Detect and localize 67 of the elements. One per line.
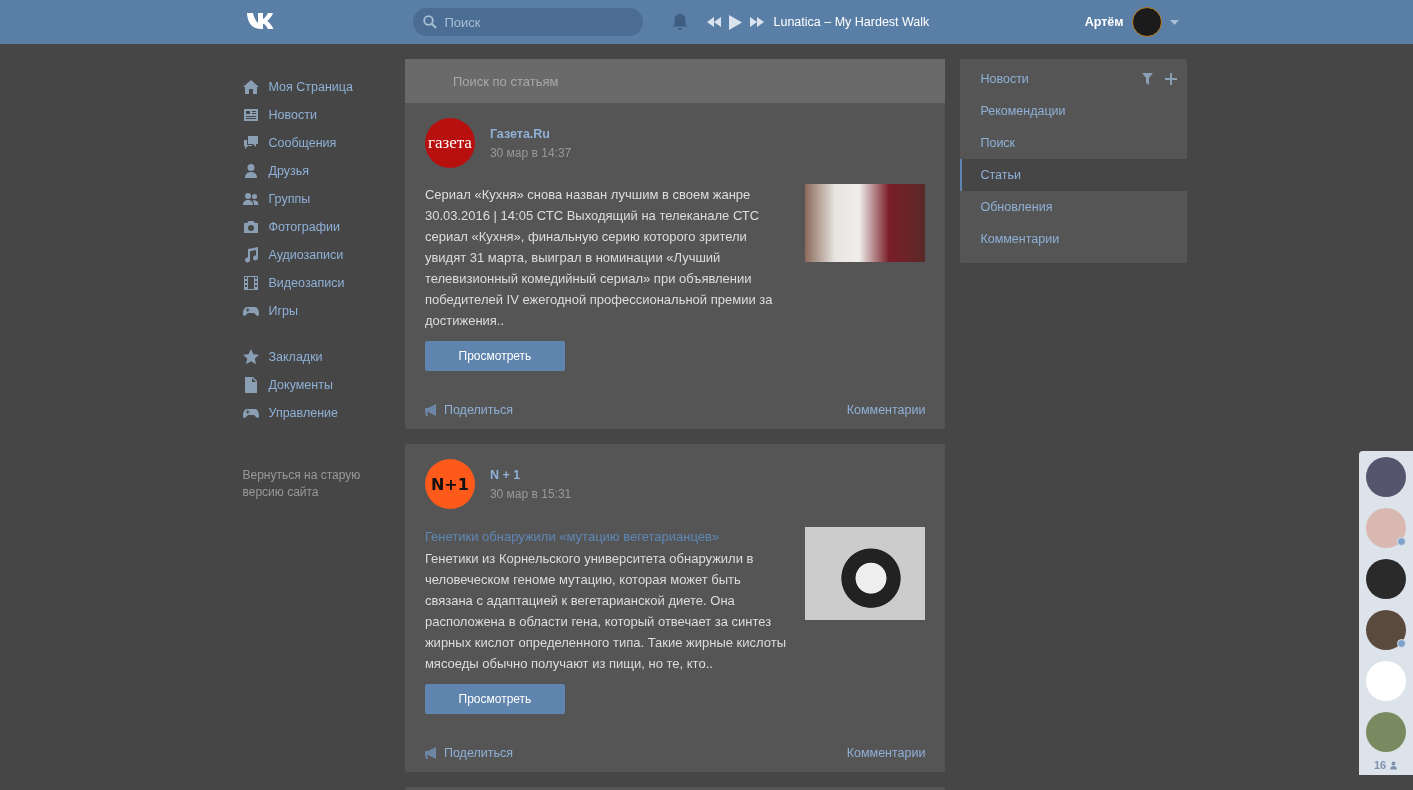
megaphone-icon <box>424 403 439 417</box>
sidebar-item[interactable]: Игры <box>242 297 390 325</box>
camera-icon <box>242 219 259 235</box>
bell-icon[interactable] <box>670 13 689 31</box>
view-button[interactable]: Просмотреть <box>424 684 565 714</box>
document-icon <box>242 377 259 393</box>
newspaper-icon <box>242 107 259 123</box>
user-name[interactable]: Артём <box>1084 15 1124 29</box>
article-title[interactable]: Генетики обнаружили «мутацию вегетарианцев» <box>424 529 792 544</box>
post-text: Генетики из Корнельского университета обнаружили в человеческом геноме мутацию, которая может быть связана с адаптацией к вегетарианской диете. Она расположена в области гена, который отвечает за синтез жирных кислот определенного типа. Такие жирные кислоты мясоеды обычно получают из пищи, но те, кто.. <box>424 550 788 673</box>
sidebar-item[interactable]: Документы <box>242 371 390 399</box>
menu-tab[interactable]: Статьи <box>960 159 1187 191</box>
people-icon <box>242 191 259 207</box>
sidebar-item[interactable]: Группы <box>242 185 390 213</box>
online-indicator <box>1397 537 1406 546</box>
sidebar-item[interactable]: Аудиозаписи <box>242 241 390 269</box>
publisher-logo[interactable]: газета <box>424 118 475 168</box>
sidebar-item[interactable]: Моя Страница <box>242 73 390 101</box>
play-icon[interactable] <box>728 14 742 30</box>
sidebar-item[interactable]: Друзья <box>242 157 390 185</box>
online-indicator <box>1397 639 1406 648</box>
menu-tab[interactable]: Новости <box>960 63 1187 95</box>
publisher-logo[interactable]: N+1 <box>424 459 475 509</box>
person-icon <box>1389 760 1399 770</box>
person-icon <box>242 163 259 179</box>
star-icon <box>242 349 259 365</box>
friends-online-count[interactable]: 16 <box>1373 759 1399 771</box>
article-search-field[interactable]: Поиск по статьям <box>404 59 946 103</box>
sidebar-item[interactable]: Управление <box>242 399 390 427</box>
menu-tab[interactable]: Рекомендации <box>960 95 1187 127</box>
menu-tab[interactable]: Обновления <box>960 191 1187 223</box>
author-name[interactable]: Газета.Ru <box>489 126 572 141</box>
previous-icon[interactable] <box>706 17 721 27</box>
next-icon[interactable] <box>749 17 764 27</box>
view-button[interactable]: Просмотреть <box>424 341 565 371</box>
friend-avatar[interactable] <box>1366 457 1406 497</box>
sidebar-item[interactable]: Фотографии <box>242 213 390 241</box>
now-playing-track[interactable]: Lunatica – My Hardest Walk <box>773 15 930 29</box>
megaphone-icon <box>424 746 439 760</box>
speech-bubbles-icon <box>242 135 259 151</box>
music-note-icon <box>242 247 259 263</box>
share-link[interactable]: Поделиться <box>424 403 513 417</box>
filter-icon[interactable] <box>1141 73 1153 85</box>
comments-link[interactable]: Комментарии <box>846 403 926 417</box>
sidebar-item[interactable]: Сообщения <box>242 129 390 157</box>
menu-tab[interactable]: Комментарии <box>960 223 1187 255</box>
post-text: Сериал «Кухня» снова назван лучшим в своем жанре 30.03.2016 | 14:05 СТС Выходящий на телеканале СТС сериал «Кухня», финальную серию которого зрители увидят 31 марта, выиграл в номинации «Лучший телевизионный комедийный сериал» при объявлении победителей IV ежегодной профессиональной премии за достижения.. <box>424 186 774 330</box>
user-avatar[interactable] <box>1131 7 1162 37</box>
old-version-link[interactable]: Вернуться на старую версию сайта <box>242 467 383 501</box>
share-link[interactable]: Поделиться <box>424 746 513 760</box>
caret-icon[interactable] <box>1169 19 1179 25</box>
search-field[interactable]: Поиск <box>412 8 643 36</box>
comments-link[interactable]: Комментарии <box>846 746 926 760</box>
film-strip-icon <box>242 275 259 291</box>
sidebar-item[interactable]: Видеозаписи <box>242 269 390 297</box>
search-icon <box>422 15 437 29</box>
menu-tab[interactable]: Поиск <box>960 127 1187 159</box>
friend-avatar[interactable] <box>1366 559 1406 599</box>
plus-icon[interactable] <box>1164 73 1177 85</box>
sidebar-item[interactable]: Закладки <box>242 343 390 371</box>
friend-avatar[interactable] <box>1366 610 1406 650</box>
post-time[interactable]: 30 мар в 14:37 <box>489 145 572 160</box>
house-icon <box>242 79 259 95</box>
sidebar-item[interactable]: Новости <box>242 101 390 129</box>
search-input[interactable]: Поиск <box>442 13 627 31</box>
post-time[interactable]: 30 мар в 15:31 <box>489 486 572 501</box>
author-name[interactable]: N + 1 <box>489 467 572 482</box>
